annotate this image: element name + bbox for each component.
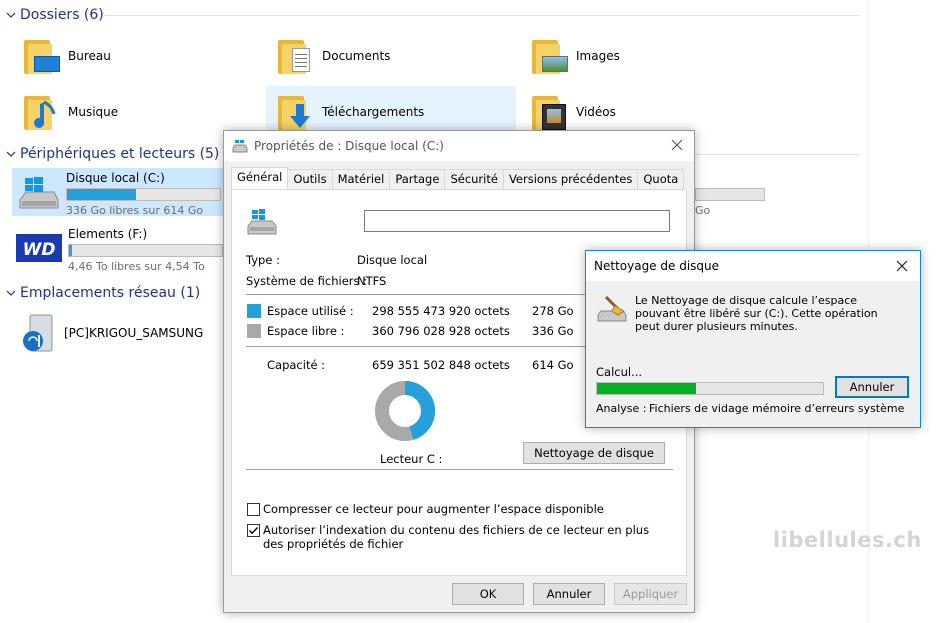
- media-server-icon: [16, 311, 60, 355]
- drive-usage-bar-hidden: [695, 188, 765, 201]
- tab-general[interactable]: Général: [231, 167, 289, 189]
- used-space-label: Espace utilisé :: [267, 304, 354, 318]
- chevron-down-icon[interactable]: [4, 286, 18, 300]
- downloads-folder-icon: [274, 90, 318, 134]
- tab-security[interactable]: Sécurité: [444, 169, 504, 189]
- tab-tools[interactable]: Outils: [287, 169, 333, 189]
- folder-label: Images: [576, 49, 620, 63]
- folder-label: Musique: [68, 105, 119, 119]
- music-folder-icon: [20, 90, 64, 134]
- svg-text:WD: WD: [23, 240, 56, 260]
- windows-drive-icon: [16, 170, 60, 214]
- drive-usage-bar: [68, 244, 223, 257]
- used-space-swatch: [247, 304, 261, 318]
- capacity-gb: 614 Go: [532, 358, 574, 372]
- group-label: Emplacements réseau (1): [20, 285, 201, 301]
- cancel-button[interactable]: Annuler: [533, 583, 605, 605]
- disk-cleanup-icon: [596, 293, 628, 328]
- calculating-label: Calcul...: [596, 365, 643, 379]
- videos-folder-icon: [528, 90, 572, 134]
- group-separator: [104, 5, 860, 25]
- compress-checkbox[interactable]: [247, 503, 260, 516]
- type-label: Type :: [246, 253, 280, 267]
- drive-free-text: 4,46 To libres sur 4,54 To: [68, 260, 205, 273]
- group-label: Dossiers (6): [20, 7, 104, 23]
- cleanup-progress-bar: [596, 382, 824, 395]
- drive-usage-fill: [67, 189, 137, 200]
- disk-cleanup-button[interactable]: Nettoyage de disque: [523, 442, 665, 464]
- chevron-down-icon[interactable]: [4, 147, 18, 161]
- disk-cleanup-dialog: Nettoyage de disque Le Nettoyage de disq…: [585, 250, 921, 428]
- analyse-value: Fichiers de vidage mémoire d’erreurs sys…: [649, 402, 905, 415]
- free-space-bytes: 360 796 028 928 octets: [372, 324, 510, 338]
- close-icon[interactable]: [670, 138, 686, 154]
- free-space-label: Espace libre :: [267, 324, 345, 338]
- used-space-bytes: 298 555 473 920 octets: [372, 304, 510, 318]
- drive-free-text-hidden: Go: [695, 204, 711, 217]
- folder-tile-bureau[interactable]: Bureau: [20, 30, 265, 82]
- group-header-folders[interactable]: Dossiers (6): [4, 5, 104, 25]
- drive-letter-label: Lecteur C :: [380, 452, 443, 466]
- drive-usage-bar: [66, 188, 221, 201]
- cleanup-titlebar[interactable]: Nettoyage de disque: [586, 251, 920, 281]
- capacity-bytes: 659 351 502 848 octets: [372, 358, 510, 372]
- filesystem-label: Système de fichiers :: [246, 274, 368, 288]
- drive-free-text: 336 Go libres sur 614 Go: [66, 204, 204, 217]
- index-label[interactable]: Autoriser l’indexation du contenu des fi…: [263, 523, 673, 551]
- drive-c-tile[interactable]: Disque local (C:) 336 Go libres sur 614 …: [12, 168, 224, 217]
- type-value: Disque local: [357, 253, 428, 267]
- divider: [246, 469, 673, 470]
- watermark-text: libellules.ch: [773, 528, 922, 552]
- drive-f-tile[interactable]: WD Elements (F:) 4,46 To libres sur 4,54…: [12, 224, 224, 273]
- network-item-samsung[interactable]: [PC]KRIGOU_SAMSUNG: [16, 308, 221, 358]
- folder-tile-documents[interactable]: Documents: [274, 30, 519, 82]
- tab-hardware[interactable]: Matériel: [331, 169, 391, 189]
- ok-button[interactable]: OK: [452, 583, 524, 605]
- properties-titlebar[interactable]: Propriétés de : Disque local (C:): [224, 131, 694, 161]
- usage-donut-chart: [375, 381, 435, 441]
- folder-label: Téléchargements: [322, 105, 425, 119]
- tab-previous-versions[interactable]: Versions précédentes: [502, 169, 639, 189]
- pictures-folder-icon: [528, 34, 572, 78]
- cleanup-title: Nettoyage de disque: [594, 259, 720, 273]
- network-item-label: [PC]KRIGOU_SAMSUNG: [64, 326, 204, 340]
- chevron-down-icon[interactable]: [4, 8, 18, 22]
- analyse-label: Analyse :: [596, 402, 647, 415]
- checkmark-icon: [249, 527, 259, 535]
- drive-small-icon: [232, 140, 248, 153]
- drive-name-input[interactable]: [364, 210, 670, 232]
- folder-label: Documents: [322, 49, 391, 63]
- used-space-gb: 278 Go: [532, 304, 574, 318]
- cleanup-progress-fill: [597, 383, 697, 394]
- tab-sharing[interactable]: Partage: [389, 169, 446, 189]
- folder-label: Bureau: [68, 49, 111, 63]
- group-header-devices[interactable]: Périphériques et lecteurs (5): [4, 144, 219, 164]
- index-checkbox[interactable]: [247, 524, 260, 537]
- compress-label[interactable]: Compresser ce lecteur pour augmenter l’e…: [263, 502, 604, 516]
- drive-name: Disque local (C:): [66, 171, 165, 185]
- drive-name: Elements (F:): [68, 227, 148, 241]
- documents-folder-icon: [274, 34, 318, 78]
- properties-title: Propriétés de : Disque local (C:): [254, 139, 444, 153]
- free-space-gb: 336 Go: [532, 324, 574, 338]
- drive-large-icon: [246, 208, 278, 239]
- free-space-swatch: [247, 324, 261, 338]
- group-label: Périphériques et lecteurs (5): [20, 146, 220, 162]
- apply-button[interactable]: Appliquer: [614, 583, 687, 605]
- wd-drive-icon: WD: [14, 228, 64, 272]
- group-header-network[interactable]: Emplacements réseau (1): [4, 283, 200, 303]
- folder-label: Vidéos: [576, 105, 616, 119]
- close-icon[interactable]: [895, 259, 911, 275]
- cleanup-message: Le Nettoyage de disque calcule l’espace …: [635, 294, 878, 333]
- desktop-folder-icon: [20, 34, 64, 78]
- folder-tile-images[interactable]: Images: [528, 30, 773, 82]
- filesystem-value: NTFS: [357, 274, 387, 288]
- cleanup-cancel-button[interactable]: Annuler: [835, 376, 909, 398]
- tab-quota[interactable]: Quota: [637, 169, 685, 189]
- properties-tabs: Général Outils Matériel Partage Sécurité…: [231, 167, 685, 189]
- drive-usage-fill: [69, 245, 72, 256]
- capacity-label: Capacité :: [267, 358, 326, 372]
- group-separator: [695, 144, 860, 164]
